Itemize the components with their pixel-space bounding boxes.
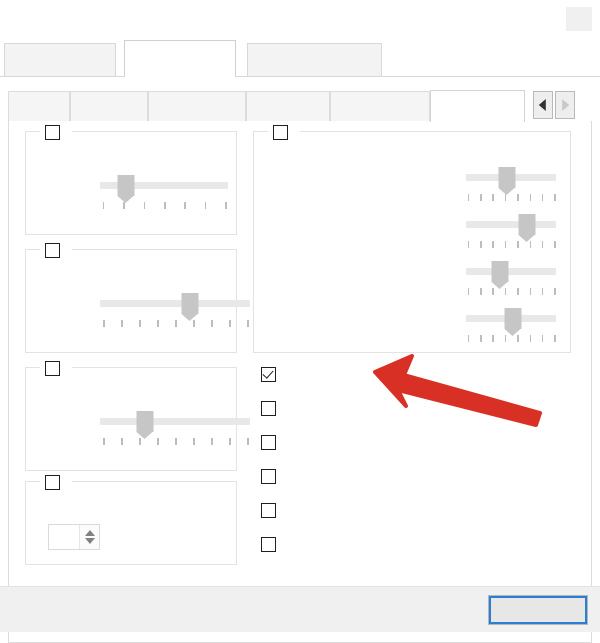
checkbox-spatial-blur[interactable] [45,360,60,376]
main-tab-video-effects[interactable] [124,40,236,77]
checkbox-anti-flickering[interactable] [45,124,60,140]
triangle-right-icon[interactable] [555,91,575,119]
slider-track [100,418,250,425]
group-title-motion-blur[interactable] [40,239,72,261]
group-anti-flickering [25,121,237,235]
slider-ticks [100,202,228,210]
denoiser-slider-row [268,307,560,342]
slider-row-motion-blur [38,292,250,327]
denoiser-slider-row [268,166,560,201]
checkbox-psychedelic[interactable] [261,435,276,450]
slider-thumb[interactable] [181,293,199,321]
advanced-panel [8,121,592,643]
checkbox-water-effect[interactable] [261,503,276,518]
slider-sigma[interactable] [100,410,250,445]
group-motion-blur [25,239,250,353]
checkbox-waves[interactable] [261,469,276,484]
slider-thumb[interactable] [498,167,515,195]
help-button[interactable] [566,7,592,31]
checkbox-motion-blur[interactable] [45,242,60,258]
denoiser-slider-row [268,213,560,248]
close-button[interactable] [488,595,588,625]
stepper-up-icon[interactable] [84,530,95,536]
group-title-anti-flickering[interactable] [40,121,72,143]
slider-thumb[interactable] [136,411,154,439]
title-bar [0,0,600,40]
checkbox-item-motion-detect[interactable] [261,537,285,552]
slider-thumb[interactable] [518,214,536,242]
slider-track [100,300,250,307]
checkbox-item-water-effect[interactable] [261,503,285,518]
slider-ticks [466,288,556,296]
checkbox-anaglyph-3d[interactable] [261,367,276,382]
slider-thumb[interactable] [504,308,522,336]
dialog-footer [0,586,600,632]
slider-row-spatial-blur [38,410,250,445]
slider-track [466,221,556,228]
sub-tab-overlay[interactable] [246,91,330,122]
number-of-clones-stepper[interactable] [48,524,100,550]
slider-row-anti-flickering [38,174,228,209]
group-title-spatial-blur[interactable] [40,357,72,379]
group-title-clone[interactable] [40,471,72,493]
stepper-down-icon[interactable] [84,538,95,544]
group-clone [25,471,237,565]
group-spatial-blur [25,357,250,471]
slider-temporal-chroma-strength[interactable] [466,307,556,342]
group-title-denoiser[interactable] [268,121,300,143]
sub-tab-bar [8,90,592,122]
slider-ticks [466,241,556,249]
slider-temporal-luma-strength[interactable] [466,213,556,248]
checkbox-item-anaglyph-3d[interactable] [261,367,285,382]
slider-spatial-luma-strength[interactable] [466,166,556,201]
checkbox-item-waves[interactable] [261,469,285,484]
sub-tab-geometry[interactable] [148,91,246,122]
main-tab-synchronization[interactable] [247,43,382,77]
slider-thumb[interactable] [491,261,509,289]
slider-ticks [466,194,556,202]
checkbox-denoiser[interactable] [273,124,288,140]
sub-tab-atmolight[interactable] [330,91,430,122]
main-tab-audio-effects[interactable] [4,43,116,77]
sub-tab-colors[interactable] [70,91,148,122]
slider-ticks [466,335,556,343]
checkbox-item-psychedelic[interactable] [261,435,285,450]
checkbox-item-mirror[interactable] [261,401,285,416]
checkbox-motion-detect[interactable] [261,537,276,552]
stepper-buttons[interactable] [79,525,99,549]
slider-spatial-chroma-strength[interactable] [466,260,556,295]
denoiser-slider-row [268,260,560,295]
checkbox-clone[interactable] [45,474,60,490]
spinner-row-clone [38,524,100,550]
slider-soften[interactable] [100,174,228,209]
slider-factor[interactable] [100,292,250,327]
slider-thumb[interactable] [117,175,135,203]
video-effects-panel [0,76,600,643]
group-denoiser [253,121,571,353]
slider-ticks [100,438,250,446]
checkbox-mirror[interactable] [261,401,276,416]
sub-tab-crop[interactable] [8,91,70,122]
slider-track [466,268,556,275]
main-tab-bar [0,40,600,77]
slider-ticks [100,320,250,328]
triangle-left-icon[interactable] [533,91,553,119]
sub-tab-advanced[interactable] [430,90,525,122]
